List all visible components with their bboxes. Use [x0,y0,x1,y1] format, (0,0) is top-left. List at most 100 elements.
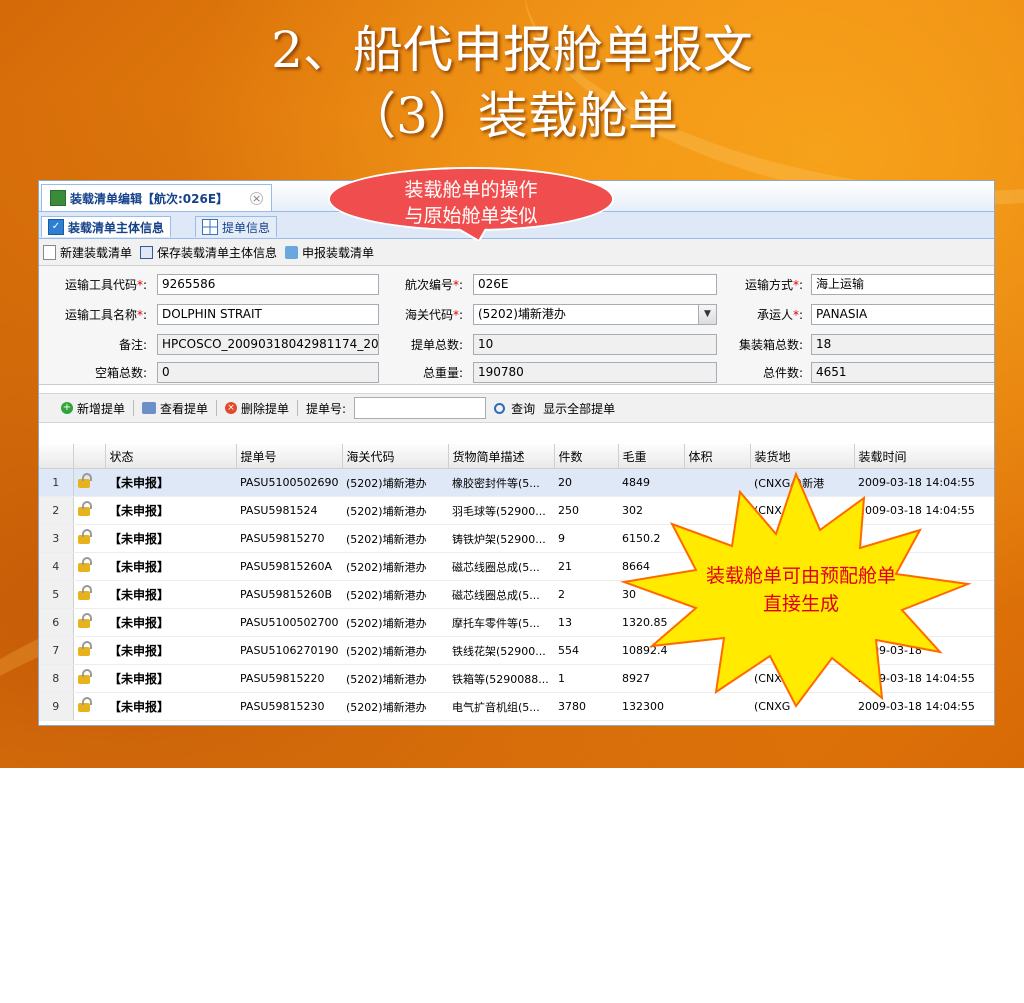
customs-select[interactable]: (5202)埔新港办 [473,304,699,325]
column-header-loading-place[interactable]: 装货地 [750,444,855,469]
submit-manifest-button[interactable]: 申报装载清单 [285,244,374,261]
vehicle-name-field[interactable]: DOLPHIN STRAIT [157,304,379,325]
column-header-status[interactable]: 状态 [105,444,237,469]
row-number: 4 [39,552,74,581]
row-number: 6 [39,608,74,637]
grid-toolbar: + 新增提单 查看提单 × 删除提单 提单号: 查询 显示全部提单 [39,393,994,423]
tab-bill-info[interactable]: 提单信息 [195,216,278,237]
main-toolbar: 新建装载清单 保存装载清单主体信息 申报装载清单 [39,239,994,266]
goods-cell: 铸铁炉架(52900... [448,524,554,553]
add-bill-button[interactable]: + 新增提单 [61,400,125,417]
lock-icon [77,501,92,516]
customs-label: 海关代码*: [404,308,463,322]
lock-icon [77,529,92,544]
column-header-bl-no[interactable]: 提单号 [236,444,343,469]
lock-icon [77,473,92,488]
tab-manifest-main-info[interactable]: ✓ 装载清单主体信息 [41,216,172,237]
bl-no-cell: PASU59815270 [236,524,342,553]
check-icon: ✓ [48,219,64,235]
callout-text: 与原始舱单类似 [404,205,538,227]
pieces-cell: 21 [554,552,618,581]
bl-no-cell: PASU59815220 [236,664,342,693]
row-number: 3 [39,524,74,553]
close-icon[interactable]: × [250,191,264,205]
container-total-field: 18 [811,334,994,355]
vehicle-code-field[interactable]: 9265586 [157,274,379,295]
tab-load-manifest-edit[interactable]: 装载清单编辑【航次:026E】 × [41,184,273,211]
button-label: 删除提单 [241,401,290,416]
pieces-cell: 9 [554,524,618,553]
tab-label: 装载清单编辑【航次:026E】 [70,191,229,206]
pieces-total-field: 4651 [811,362,994,383]
row-number: 2 [39,496,74,525]
delete-icon: × [225,402,238,414]
bl-no-search-input[interactable] [354,397,487,419]
status-cell: 【未申报】 [105,608,236,637]
bl-no-cell: PASU59815260A [236,552,342,581]
slide-subtitle: （3）装载舱单 [346,87,678,145]
manifest-form: 运输工具代码*: 9265586 航次编号*: 026E 运输方式*: 海上运输… [39,266,994,385]
remark-label: 备注: [118,338,147,352]
delete-bill-button[interactable]: × 删除提单 [225,400,289,417]
show-all-bills-button[interactable]: 显示全部提单 [543,400,615,417]
carrier-label: 承运人*: [756,308,803,322]
pieces-cell: 250 [554,496,618,525]
customs-cell: (5202)埔新港办 [342,468,448,497]
view-bill-button[interactable]: 查看提单 [142,400,208,417]
toolbar-separator [133,400,135,416]
transport-mode-label: 运输方式*: [744,278,803,292]
lock-cell [73,552,105,581]
callout-text: 直接生成 [762,593,839,615]
goods-cell: 铁箱等(5290088... [448,664,554,693]
lock-cell [73,692,105,721]
transport-mode-field[interactable]: 海上运输 [811,274,994,295]
pieces-total-label: 总件数: [762,366,803,380]
button-label: 新增提单 [77,401,126,416]
tab-label: 装载清单主体信息 [68,220,165,235]
column-header-goods[interactable]: 货物简单描述 [448,444,555,469]
container-total-label: 集装箱总数: [738,338,803,352]
pieces-cell: 3780 [554,692,618,721]
bl-no-cell: PASU59815260B [236,580,342,609]
column-header-customs[interactable]: 海关代码 [342,444,449,469]
edit-icon [50,190,66,206]
lock-icon [77,557,92,572]
column-header-loading-time[interactable]: 装载时间 [854,444,994,469]
goods-cell: 铁线花架(52900... [448,636,554,665]
carrier-field[interactable]: PANASIA [811,304,994,325]
voyage-field[interactable]: 026E [473,274,717,295]
pieces-cell: 13 [554,608,618,637]
row-number: 7 [39,636,74,665]
row-number: 8 [39,664,74,693]
lock-cell [73,636,105,665]
goods-cell: 摩托车零件等(5... [448,608,554,637]
customs-cell: (5202)埔新港办 [342,552,448,581]
add-icon: + [61,402,73,414]
column-header-pieces[interactable]: 件数 [554,444,619,469]
customs-cell: (5202)埔新港办 [342,524,448,553]
status-cell: 【未申报】 [105,580,236,609]
bl-no-cell: PASU5106270190 [236,636,342,665]
pieces-cell: 1 [554,664,618,693]
lock-icon [77,697,92,712]
status-cell: 【未申报】 [105,524,236,553]
search-button[interactable]: 查询 [494,400,535,417]
save-main-info-button[interactable]: 保存装载清单主体信息 [140,244,277,261]
vehicle-name-label: 运输工具名称*: [64,308,147,322]
save-icon [140,245,154,259]
new-manifest-button[interactable]: 新建装载清单 [43,244,132,261]
column-header-volume[interactable]: 体积 [684,444,751,469]
row-number: 5 [39,580,74,609]
vehicle-code-label: 运输工具代码*: [64,278,147,292]
view-icon [142,402,157,414]
remark-field[interactable]: HPCOSCO_20090318042981174_200 [157,334,379,355]
gross-weight-label: 总重量: [422,366,463,380]
column-header-weight[interactable]: 毛重 [618,444,685,469]
bl-no-cell: PASU5981524 [236,496,342,525]
bl-no-cell: PASU59815230 [236,692,342,721]
pieces-cell: 554 [554,636,618,665]
new-document-icon [43,244,56,260]
button-label: 查看提单 [160,401,209,416]
slide-title: 2、船代申报舱单报文 [271,21,753,79]
empty-total-field: 0 [157,362,379,383]
